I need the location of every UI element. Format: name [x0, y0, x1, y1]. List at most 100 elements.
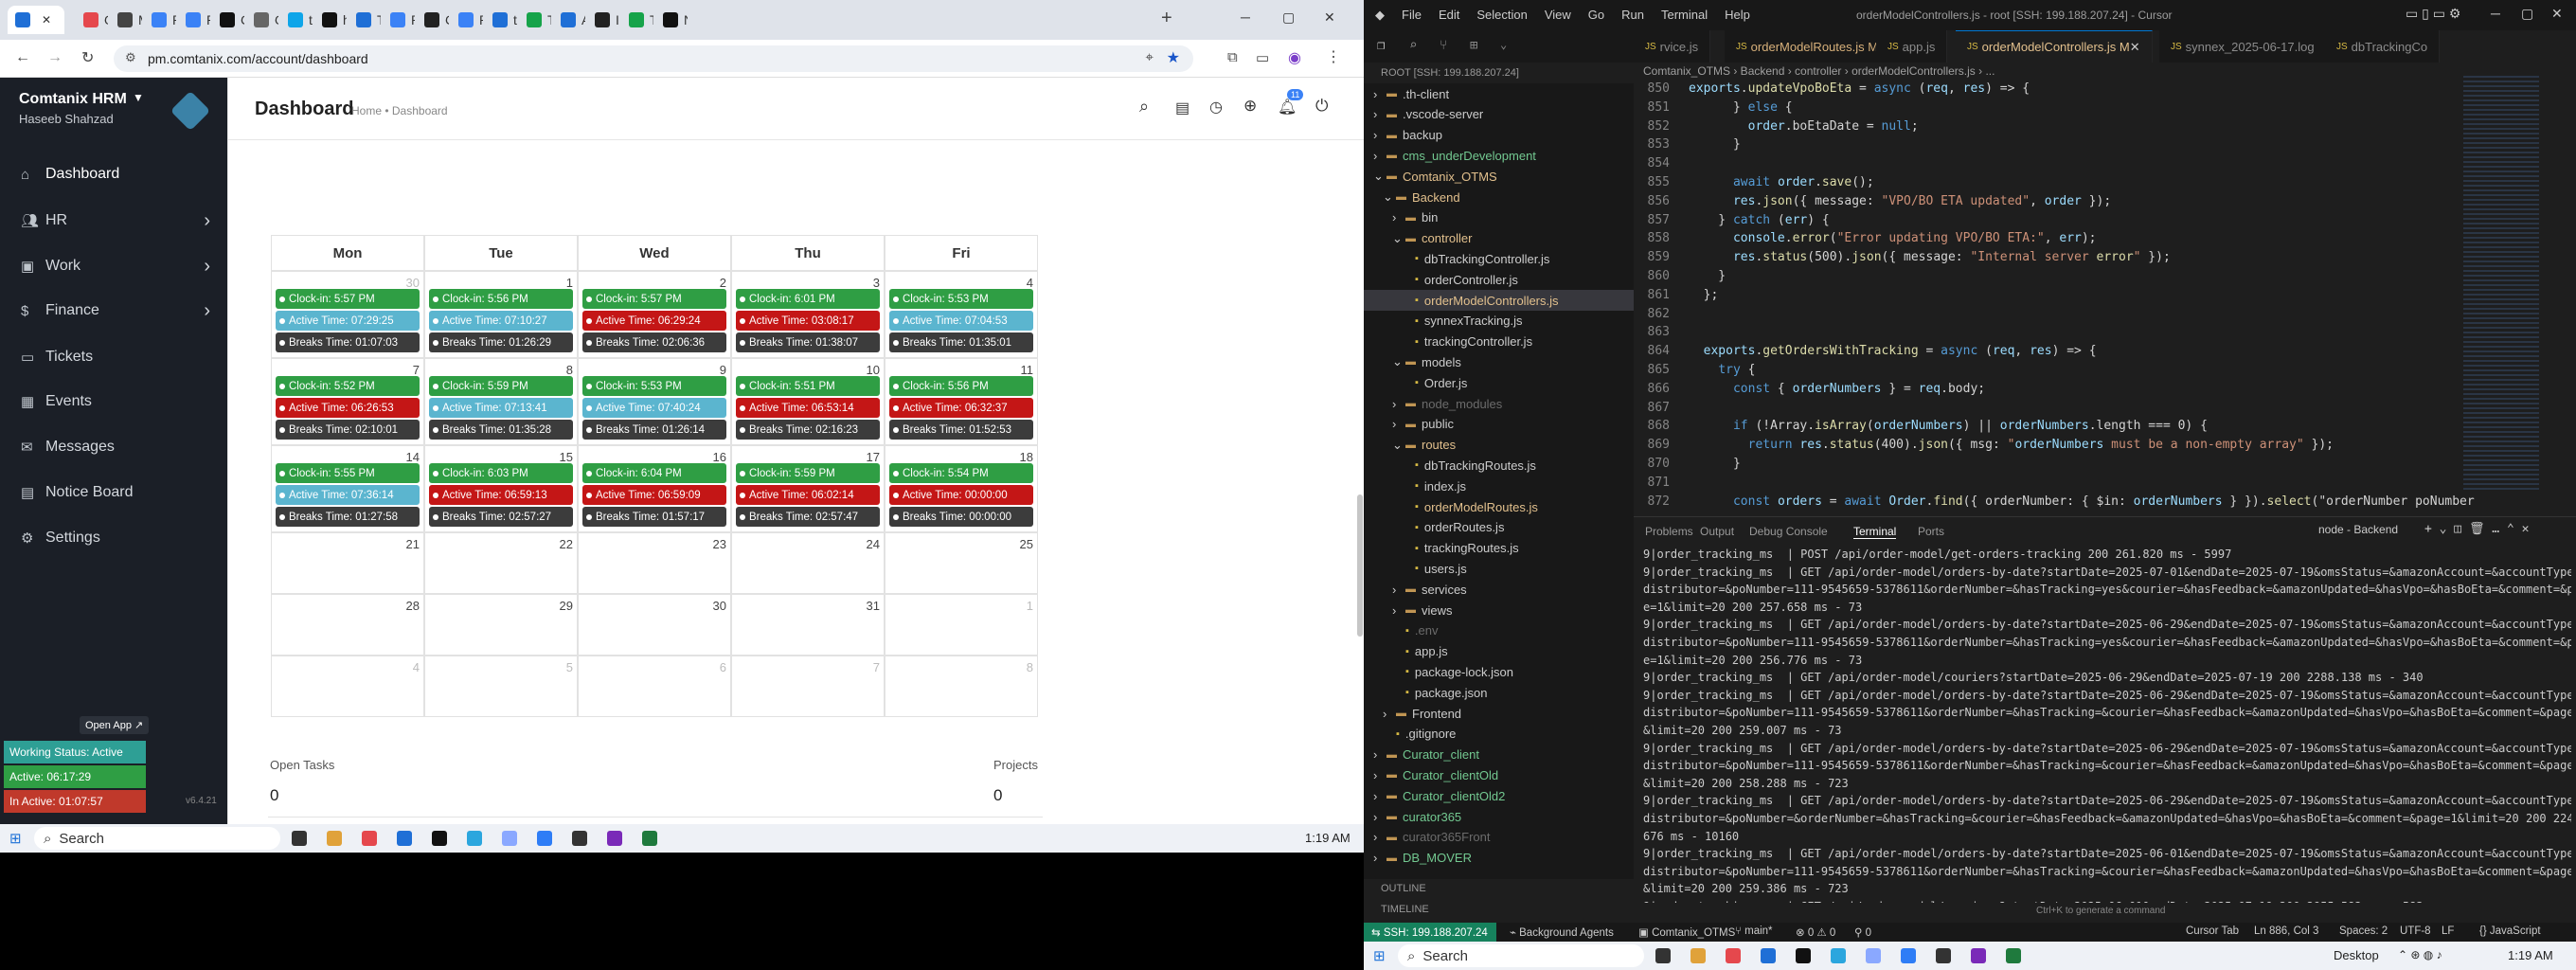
browser-tab[interactable]: Cl — [417, 6, 449, 34]
calendar-day-cell[interactable]: 23 — [578, 532, 731, 594]
clock-in-event[interactable]: Clock-in: 5:56 PM — [889, 376, 1033, 396]
calendar-day-cell[interactable]: 3 Clock-in: 6:01 PM Active Time: 03:08:17 B… — [731, 271, 885, 358]
active-time-event[interactable]: Active Time: 07:13:41 — [429, 398, 573, 418]
browser-tab[interactable]: Ta — [621, 6, 653, 34]
menu-kebab-icon[interactable]: ⋮ — [1326, 47, 1341, 66]
clock-in-event[interactable]: Clock-in: 5:59 PM — [429, 376, 573, 396]
explorer-item[interactable]: ⌄ ▬ controller — [1364, 228, 1472, 249]
search-icon[interactable]: ⌕ — [1409, 38, 1417, 53]
clock-in-event[interactable]: Clock-in: 5:57 PM — [276, 289, 420, 309]
explorer-item[interactable]: ▪ package.json — [1364, 682, 1488, 703]
calendar-day-cell[interactable]: 1 Clock-in: 5:56 PM Active Time: 07:10:27 B… — [424, 271, 578, 358]
calendar-day-cell[interactable]: 24 — [731, 532, 885, 594]
explorer-item[interactable]: ⌄ ▬ models — [1364, 351, 1461, 372]
explorer-item[interactable]: ⌄ ▬ Comtanix_OTMS — [1364, 166, 1497, 187]
explorer-item[interactable]: ⌄ ▬ routes — [1364, 435, 1456, 456]
taskbar-app-icon[interactable] — [432, 831, 447, 846]
terminal-selector[interactable]: node - Backend — [2318, 523, 2398, 536]
explorer-item[interactable]: › ▬ Curator_client — [1364, 745, 1479, 765]
menu-file[interactable]: File — [1402, 8, 1422, 22]
breaks-time-event[interactable]: Breaks Time: 01:26:14 — [582, 420, 726, 440]
search-icon[interactable]: ⌕ — [1139, 97, 1149, 117]
calendar-day-cell[interactable]: 31 — [731, 594, 885, 656]
explorer-item[interactable]: › ▬ Curator_clientOld2 — [1364, 785, 1505, 806]
editor-tab[interactable]: JS orderModelRoutes.js M — [1725, 30, 1891, 63]
explorer-item[interactable]: ▪ trackingRoutes.js — [1364, 538, 1519, 559]
windows-start-icon[interactable]: ⊞ — [9, 830, 22, 847]
explorer-item[interactable]: ▪ index.js — [1364, 476, 1466, 496]
editor-tab[interactable]: JS dbTrackingCo — [2325, 30, 2441, 63]
taskbar-app-icon[interactable] — [607, 831, 622, 846]
calendar-day-cell[interactable]: 8 Clock-in: 5:59 PM Active Time: 07:13:41 B… — [424, 358, 578, 445]
taskbar-app-icon[interactable] — [1761, 948, 1776, 963]
explorer-item[interactable]: › ▬ node_modules — [1364, 393, 1502, 414]
calendar-day-cell[interactable]: 4 — [271, 656, 424, 717]
browser-tab[interactable]: Pri — [451, 6, 483, 34]
bookmark-star-icon[interactable]: ★ — [1167, 48, 1180, 67]
active-time-event[interactable]: Active Time: 07:36:14 — [276, 485, 420, 505]
explorer-item[interactable]: ▪ trackingController.js — [1364, 332, 1532, 352]
profile-icon[interactable]: ◉ — [1288, 48, 1301, 67]
explorer-item[interactable]: ▪ Order.js — [1364, 372, 1467, 393]
nav-item-settings[interactable]: ⚙ Settings — [0, 517, 227, 559]
taskbar-app-icon[interactable] — [1831, 948, 1846, 963]
taskbar-app-icon[interactable] — [1936, 948, 1951, 963]
files-icon[interactable]: ❐ — [1377, 38, 1385, 53]
taskbar-app-icon[interactable] — [1655, 948, 1671, 963]
site-info-icon[interactable]: ⚙ — [125, 50, 136, 65]
calendar-day-cell[interactable]: 7 — [731, 656, 885, 717]
clock-icon[interactable]: ◷ — [1209, 98, 1223, 117]
browser-tab[interactable]: Ta — [519, 6, 551, 34]
browser-tab[interactable]: ✕ — [8, 6, 64, 34]
calendar-day-cell[interactable]: 9 Clock-in: 5:53 PM Active Time: 07:40:24 B… — [578, 358, 731, 445]
terminal-output[interactable]: 9|order_tracking_ms | POST /api/order-mo… — [1643, 548, 2571, 903]
editor-tab[interactable]: JS orderModelControllers.js M ✕ — [1956, 30, 2153, 63]
browser-tab[interactable]: Ma — [110, 6, 142, 34]
clock-in-event[interactable]: Clock-in: 5:54 PM — [889, 463, 1033, 483]
calendar-day-cell[interactable]: 6 — [578, 656, 731, 717]
calendar-day-cell[interactable]: 30 Clock-in: 5:57 PM Active Time: 07:29:25… — [271, 271, 424, 358]
explorer-item[interactable]: › ▬ Frontend — [1364, 703, 1461, 724]
explorer-item[interactable]: ▪ orderRoutes.js — [1364, 517, 1504, 538]
active-time-event[interactable]: Active Time: 03:08:17 — [736, 311, 880, 331]
bell-icon[interactable]: 🔔︎ — [1278, 98, 1297, 117]
calendar-day-cell[interactable]: 2 Clock-in: 5:57 PM Active Time: 06:29:24 B… — [578, 271, 731, 358]
clock-in-event[interactable]: Clock-in: 5:59 PM — [736, 463, 880, 483]
taskbar-app-icon[interactable] — [537, 831, 552, 846]
clock-in-event[interactable]: Clock-in: 5:55 PM — [276, 463, 420, 483]
close-tab-icon[interactable]: ✕ — [42, 13, 51, 27]
language-mode[interactable]: {} JavaScript — [2479, 925, 2541, 937]
browser-tab[interactable]: Ta — [349, 6, 381, 34]
calendar-day-cell[interactable]: 4 Clock-in: 5:53 PM Active Time: 07:04:53 B… — [885, 271, 1038, 358]
calendar-day-cell[interactable]: 15 Clock-in: 6:03 PM Active Time: 06:59:13… — [424, 445, 578, 532]
explorer-item[interactable]: › ▬ public — [1364, 414, 1454, 435]
browser-tab[interactable]: Pri — [144, 6, 176, 34]
explorer-item[interactable]: ▪ users.js — [1364, 558, 1467, 579]
breaks-time-event[interactable]: Breaks Time: 02:16:23 — [736, 420, 880, 440]
taskbar-app-icon[interactable] — [1971, 948, 1986, 963]
taskbar-app-icon[interactable] — [1796, 948, 1811, 963]
explorer-item[interactable]: › ▬ Curator_clientOld — [1364, 764, 1498, 785]
calendar-day-cell[interactable]: 17 Clock-in: 5:59 PM Active Time: 06:02:14… — [731, 445, 885, 532]
explorer-item[interactable]: ▪ package-lock.json — [1364, 661, 1513, 682]
explorer-item[interactable]: ▪ orderController.js — [1364, 269, 1518, 290]
nav-item-finance[interactable]: $ Finance › — [0, 290, 227, 332]
explorer-item[interactable]: ▪ orderModelRoutes.js — [1364, 496, 1538, 517]
browser-tab[interactable]: An — [553, 6, 585, 34]
breaks-time-event[interactable]: Breaks Time: 01:27:58 — [276, 507, 420, 527]
remote-indicator[interactable]: ⇆ SSH: 199.188.207.24 — [1364, 923, 1496, 942]
nav-item-dashboard[interactable]: ⌂ Dashboard — [0, 153, 227, 195]
calendar-day-cell[interactable]: 25 — [885, 532, 1038, 594]
active-time-event[interactable]: Active Time: 07:40:24 — [582, 398, 726, 418]
page-scrollbar[interactable] — [1357, 494, 1363, 637]
new-terminal-icon[interactable]: + ⌄ ◫ 🗑︎ … ⌃ ✕ — [2424, 522, 2529, 536]
active-time-event[interactable]: Active Time: 06:26:53 — [276, 398, 420, 418]
taskbar-app-icon[interactable] — [1726, 948, 1741, 963]
back-icon[interactable]: ← — [15, 49, 30, 66]
clock-in-event[interactable]: Clock-in: 5:53 PM — [889, 289, 1033, 309]
indent-setting[interactable]: Spaces: 2 — [2339, 925, 2388, 937]
breaks-time-event[interactable]: Breaks Time: 02:10:01 — [276, 420, 420, 440]
active-time-event[interactable]: Active Time: 06:32:37 — [889, 398, 1033, 418]
tray-icons[interactable]: ⌃ ⊛ ◍ ♪ — [2398, 948, 2442, 961]
active-time-event[interactable]: Active Time: 06:29:24 — [582, 311, 726, 331]
